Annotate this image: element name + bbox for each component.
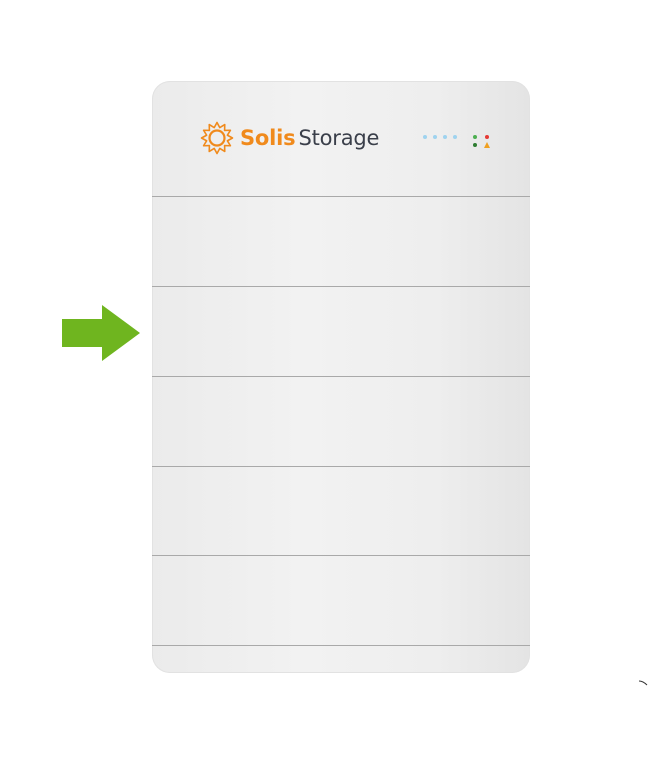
battery-module bbox=[152, 555, 530, 645]
led-green-icon bbox=[472, 143, 477, 147]
battery-cabinet: Solis Storage bbox=[152, 81, 530, 673]
arrow-right-icon bbox=[62, 305, 140, 361]
battery-module bbox=[152, 376, 530, 466]
soc-led-icon bbox=[423, 135, 427, 139]
soc-led-icon bbox=[433, 135, 437, 139]
led-red-icon bbox=[484, 134, 489, 139]
brand-logo: Solis Storage bbox=[200, 120, 379, 156]
soc-indicator bbox=[423, 135, 457, 139]
led-green-icon bbox=[472, 134, 477, 139]
status-indicators bbox=[472, 134, 490, 148]
battery-base bbox=[152, 645, 530, 673]
brand-name: Solis bbox=[240, 126, 296, 150]
sun-icon bbox=[200, 121, 234, 155]
battery-module bbox=[152, 196, 530, 286]
warning-triangle-icon bbox=[484, 142, 490, 148]
battery-module bbox=[152, 466, 530, 555]
stray-mark bbox=[638, 680, 648, 686]
brand-subtitle: Storage bbox=[298, 126, 380, 150]
battery-module bbox=[152, 286, 530, 376]
soc-led-icon bbox=[453, 135, 457, 139]
soc-led-icon bbox=[443, 135, 447, 139]
photo-stage: Solis Storage bbox=[0, 0, 660, 773]
